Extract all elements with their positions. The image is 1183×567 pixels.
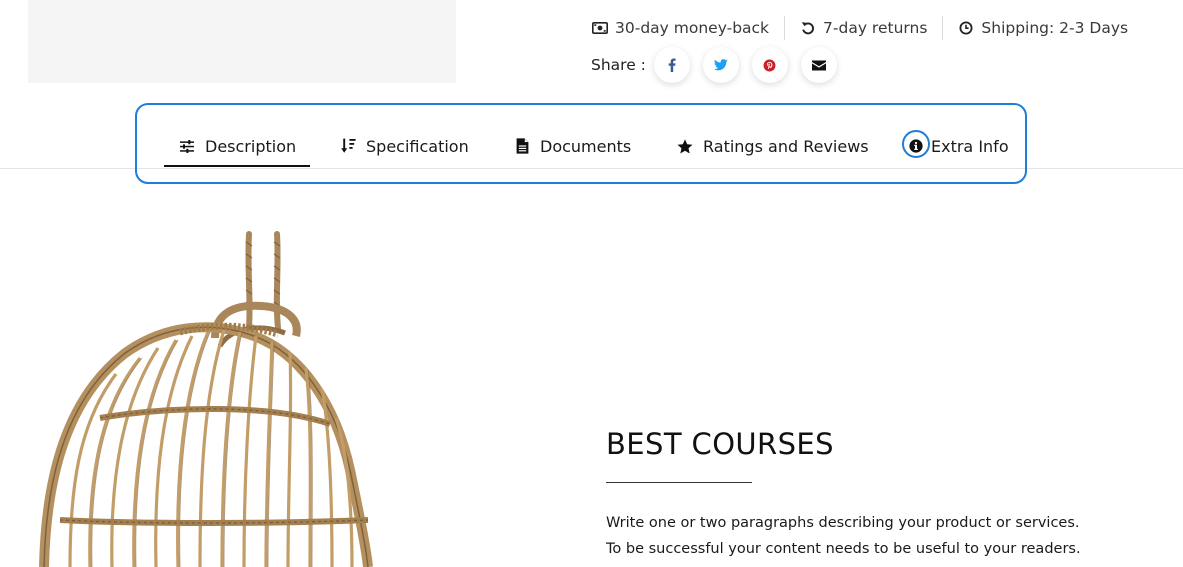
perk-label: 7-day returns — [823, 19, 928, 37]
share-pinterest-button[interactable] — [751, 47, 788, 83]
rattan-chair-image — [30, 228, 390, 567]
perks-bar: 30-day money-back 7-day returns Shipping… — [592, 15, 1128, 41]
section-title: BEST COURSES — [606, 427, 834, 461]
share-label: Share : — [591, 56, 646, 74]
description-section: BEST COURSES Write one or two paragraphs… — [606, 424, 1166, 562]
tabs-highlight-box — [135, 103, 1027, 184]
description-paragraph: Write one or two paragraphs describing y… — [606, 510, 1166, 562]
title-divider — [606, 482, 752, 483]
paragraph-line: Write one or two paragraphs describing y… — [606, 515, 1080, 531]
perk-label: 30-day money-back — [615, 19, 770, 37]
product-image-area — [28, 0, 456, 83]
perk-shipping: Shipping: 2-3 Days — [958, 19, 1128, 37]
share-email-button[interactable] — [800, 47, 837, 83]
divider — [784, 16, 786, 40]
pinterest-icon — [763, 59, 776, 71]
money-bill-icon — [592, 20, 608, 36]
facebook-icon — [668, 58, 676, 72]
perk-money-back: 30-day money-back — [592, 19, 769, 37]
perk-label: Shipping: 2-3 Days — [981, 19, 1129, 37]
share-bar: Share : — [591, 47, 850, 83]
paragraph-line: To be successful your content needs to b… — [606, 541, 1081, 557]
envelope-icon — [811, 60, 826, 70]
share-twitter-button[interactable] — [702, 47, 739, 83]
divider — [942, 16, 944, 40]
clock-icon — [958, 20, 974, 36]
share-facebook-button[interactable] — [653, 47, 690, 83]
twitter-icon — [713, 59, 728, 71]
perk-returns: 7-day returns — [800, 19, 927, 37]
undo-icon — [800, 20, 816, 36]
